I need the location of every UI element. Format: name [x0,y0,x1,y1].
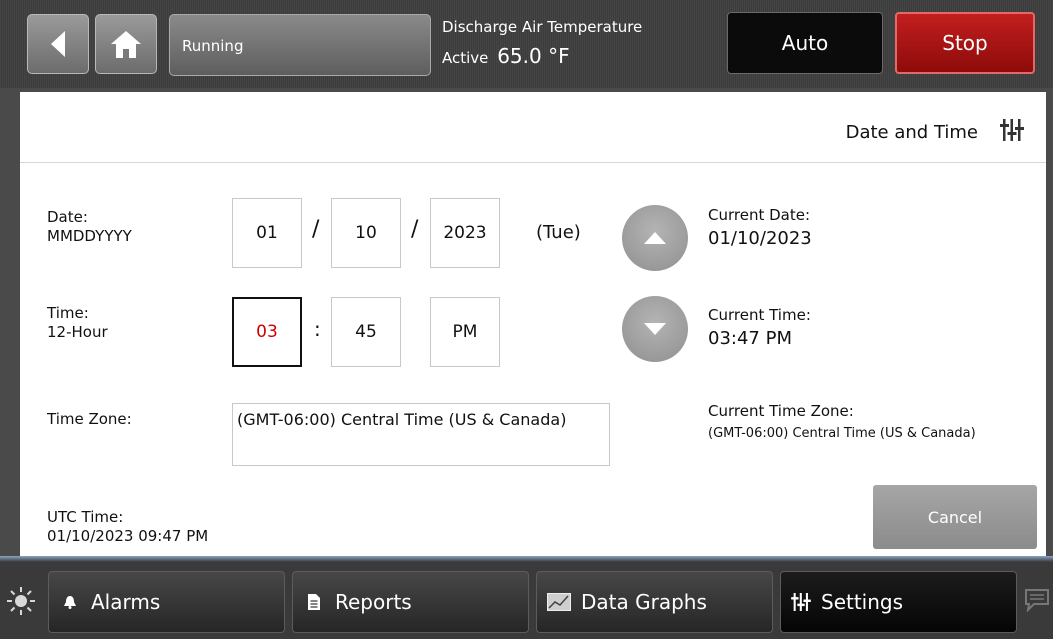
auto-button[interactable]: Auto [727,12,883,74]
status-display[interactable]: Running [169,14,431,76]
temperature-title: Discharge Air Temperature [442,18,643,36]
date-format-text: MMDDYYYY [47,227,132,245]
arrow-up-icon [644,232,666,244]
arrow-down-icon [644,323,666,335]
timezone-label: Time Zone: [47,410,132,428]
current-timezone-label: Current Time Zone: [708,402,854,420]
nav-reports-label: Reports [335,590,412,614]
stop-button[interactable]: Stop [895,12,1035,74]
nav-settings-label: Settings [821,590,904,614]
back-arrow-icon [51,31,65,57]
top-bar: Running Discharge Air Temperature Active… [0,0,1053,88]
cancel-button[interactable]: Cancel [873,485,1037,549]
decrement-button[interactable] [622,296,688,362]
timezone-field[interactable]: (GMT-06:00) Central Time (US & Canada) [232,403,610,466]
date-label-text: Date: [47,208,88,226]
settings-sliders-icon [791,593,811,611]
temperature-reading: Active 65.0 °F [442,44,570,68]
ampm-field[interactable]: PM [430,297,500,367]
bell-icon [63,595,77,609]
month-field[interactable]: 01 [232,198,302,268]
utc-value: 01/10/2023 09:47 PM [47,527,209,545]
bottom-navigation: Alarms Reports Data Graphs Settings [0,556,1053,639]
temperature-prefix: Active [442,49,489,67]
time-format-text: 12-Hour [47,323,108,341]
message-icon[interactable] [1024,588,1050,612]
sun-icon[interactable] [6,586,36,616]
settings-sliders-icon [1000,119,1024,141]
hour-field[interactable]: 03 [232,297,302,367]
nav-data-graphs-label: Data Graphs [581,590,707,614]
increment-button[interactable] [622,205,688,271]
nav-alarms-label: Alarms [91,590,161,614]
utc-time: UTC Time: 01/10/2023 09:47 PM [47,508,208,546]
day-field[interactable]: 10 [331,198,401,268]
date-label: Date: MMDDYYYY [47,208,132,246]
utc-label: UTC Time: [47,508,124,526]
time-separator: : [314,317,321,341]
nav-highlight [0,556,1053,562]
timezone-value: (GMT-06:00) Central Time (US & Canada) [237,410,567,429]
current-date-label: Current Date: [708,206,811,224]
current-time-value: 03:47 PM [708,328,792,349]
title-divider [20,162,1046,163]
document-icon [307,593,321,611]
minute-field[interactable]: 45 [331,297,401,367]
back-button[interactable] [27,14,89,74]
nav-settings-button[interactable]: Settings [780,571,1017,633]
date-separator: / [411,217,419,242]
graph-icon [547,593,571,611]
date-time-panel: Date and Time Date: MMDDYYYY 01 / 10 / 2… [20,92,1046,558]
current-time-label: Current Time: [708,306,811,324]
time-label: Time: 12-Hour [47,304,108,342]
status-text: Running [182,37,244,55]
nav-data-graphs-button[interactable]: Data Graphs [536,571,773,633]
nav-reports-button[interactable]: Reports [292,571,529,633]
date-separator: / [312,217,320,242]
time-label-text: Time: [47,304,89,322]
temperature-value: 65.0 °F [497,44,570,68]
year-field[interactable]: 2023 [430,198,500,268]
home-button[interactable] [95,14,157,74]
page-title: Date and Time [845,122,978,143]
nav-alarms-button[interactable]: Alarms [48,571,285,633]
current-timezone-value: (GMT-06:00) Central Time (US & Canada) [708,426,976,441]
home-icon [111,31,141,58]
weekday-text: (Tue) [536,222,581,243]
current-date-value: 01/10/2023 [708,228,812,249]
